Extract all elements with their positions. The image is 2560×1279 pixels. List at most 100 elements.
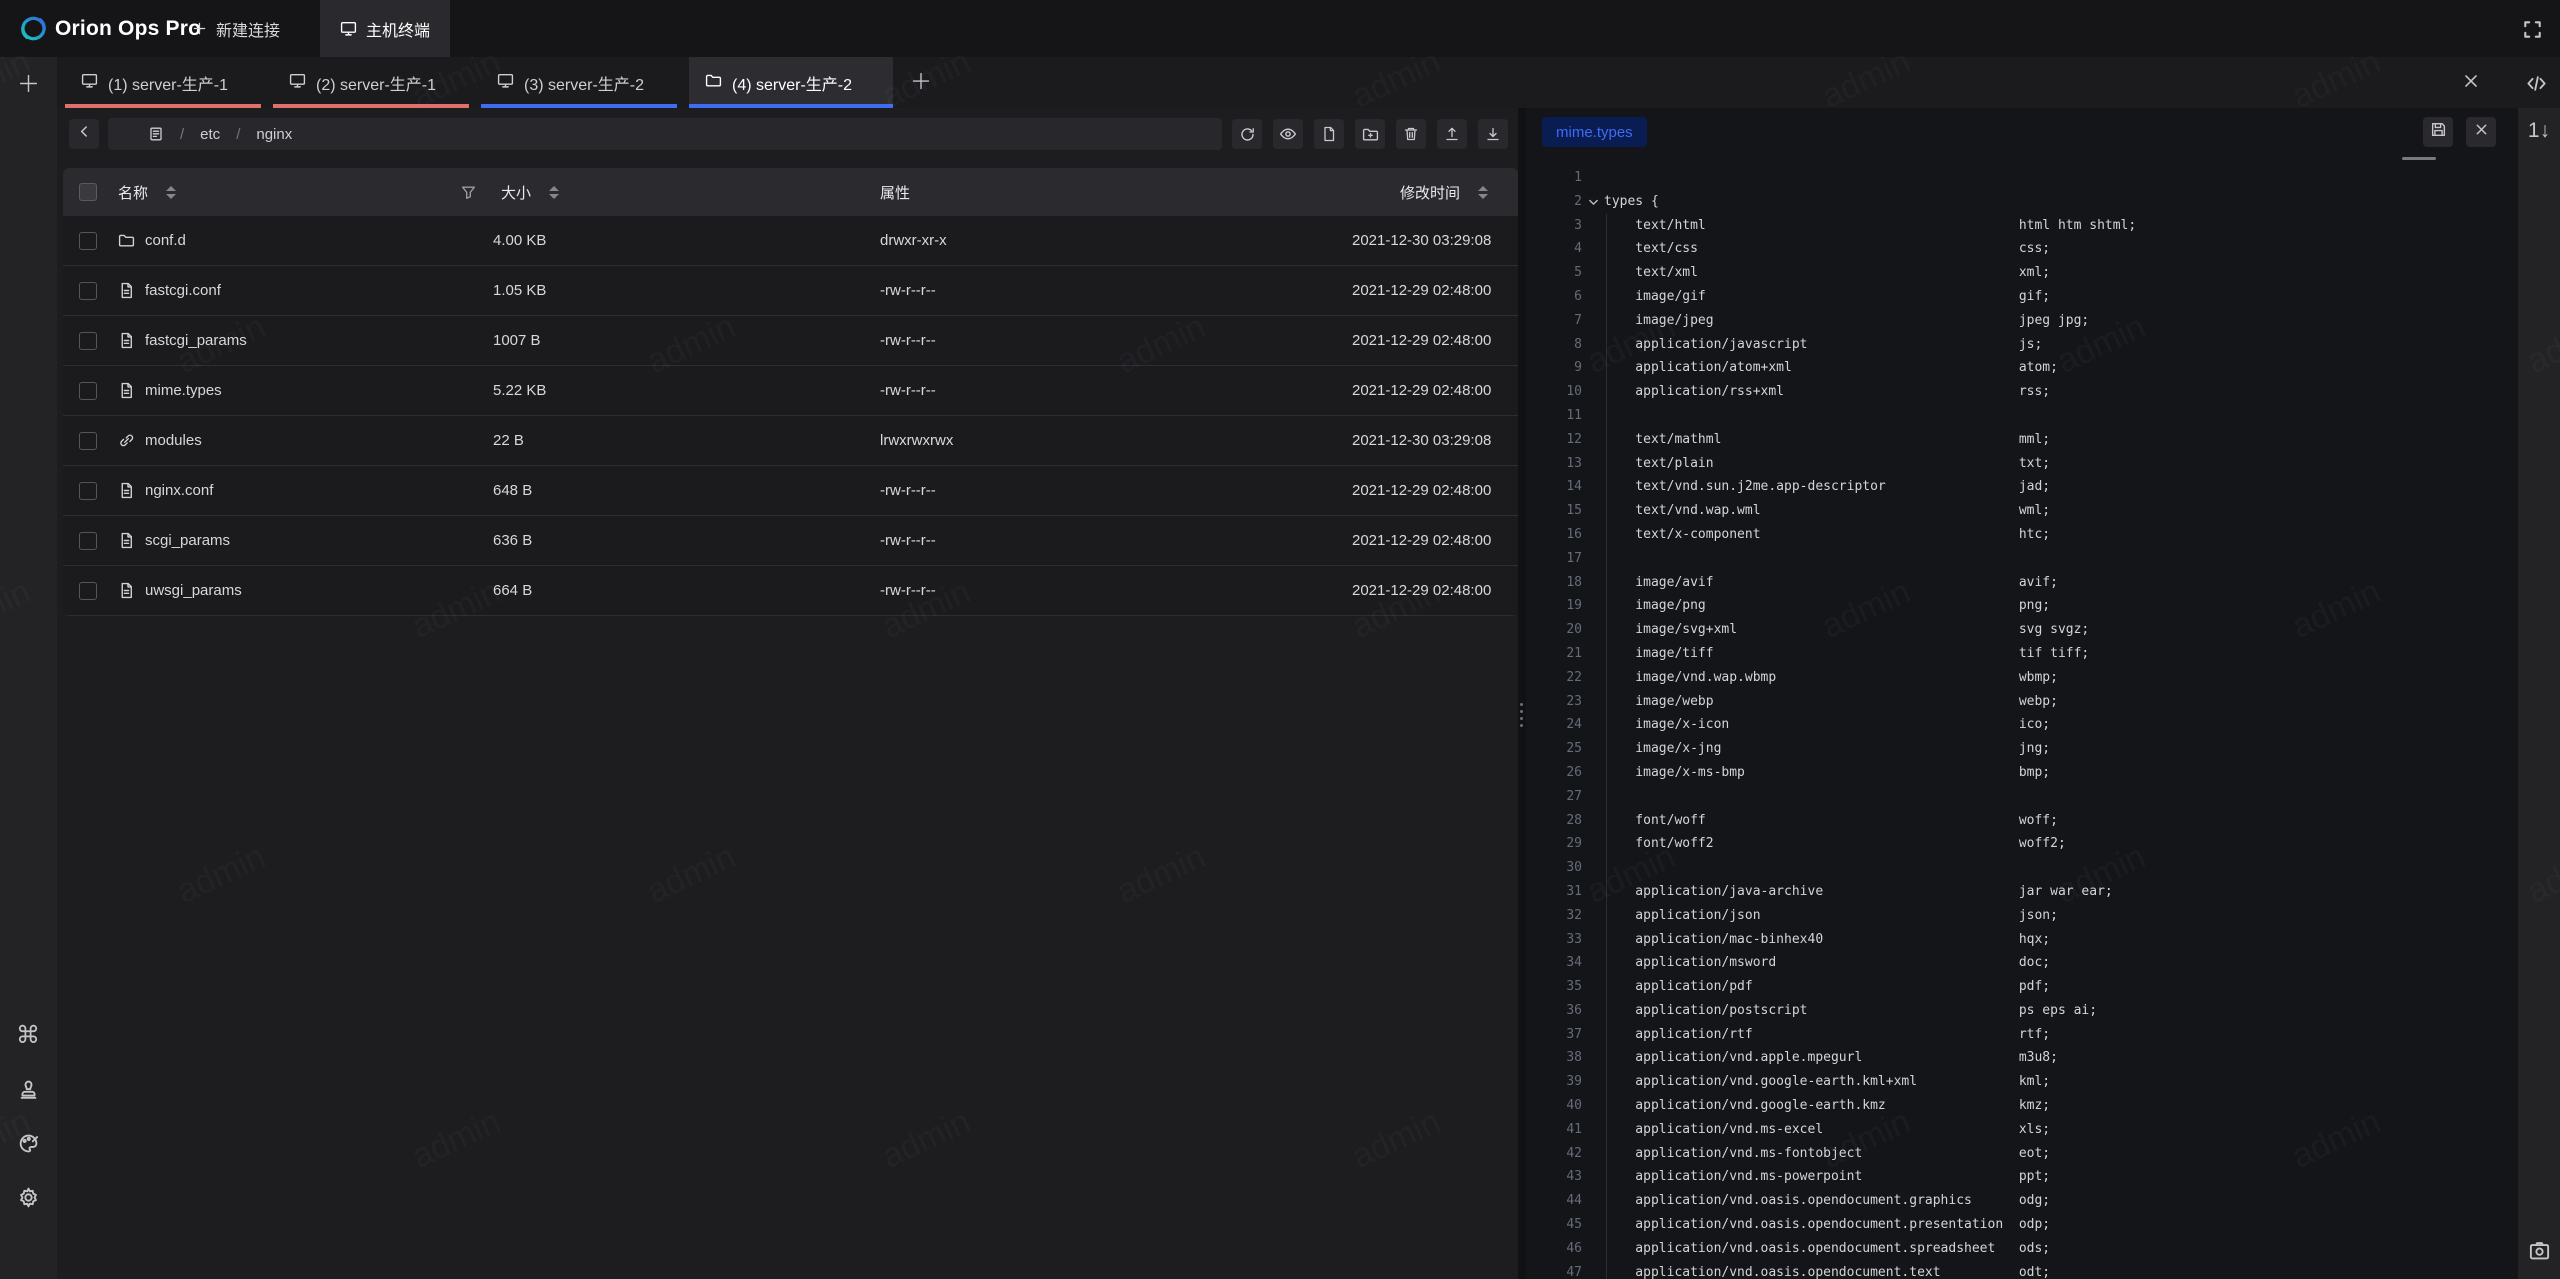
refresh-icon [1239, 126, 1256, 143]
file-name[interactable]: scgi_params [145, 532, 230, 549]
file-attrs: -rw-r--r-- [880, 532, 936, 549]
file-name[interactable]: fastcgi.conf [145, 282, 221, 299]
row-checkbox[interactable] [79, 432, 97, 450]
code-icon[interactable] [2520, 67, 2552, 99]
editor-file-tab[interactable]: mime.types [1542, 117, 1647, 147]
palette-icon[interactable] [12, 1127, 44, 1159]
row-checkbox[interactable] [79, 582, 97, 600]
file-mtime: 2021-12-29 02:48:00 [1352, 282, 1491, 299]
file-icon [118, 332, 135, 349]
menu-host-terminal[interactable]: 主机终端 [320, 0, 450, 57]
sort-name-control[interactable] [166, 186, 176, 199]
new-folder-button[interactable] [1355, 119, 1385, 149]
table-row[interactable]: mime.types5.22 KB-rw-r--r--2021-12-29 02… [63, 366, 1518, 416]
file-icon [118, 282, 135, 299]
row-checkbox[interactable] [79, 532, 97, 550]
code-content[interactable]: types { text/html html htm shtml; text/c… [1604, 166, 2136, 1279]
chevron-left-icon [77, 124, 92, 144]
file-mtime: 2021-12-29 02:48:00 [1352, 532, 1491, 549]
right-rail: 1↓ [2518, 108, 2560, 1279]
download-button[interactable] [1478, 119, 1508, 149]
gear-icon[interactable] [12, 1181, 44, 1213]
new-folder-icon [1362, 126, 1379, 143]
file-attrs: -rw-r--r-- [880, 282, 936, 299]
command-icon[interactable]: ⌘ [12, 1020, 44, 1052]
monitor-icon [289, 72, 306, 94]
table-row[interactable]: fastcgi.conf1.05 KB-rw-r--r--2021-12-29 … [63, 266, 1518, 316]
delete-button[interactable] [1396, 119, 1426, 149]
row-checkbox[interactable] [79, 482, 97, 500]
column-header-mtime: 修改时间 [1400, 182, 1460, 203]
sort-mtime-control[interactable] [1478, 186, 1488, 199]
upload-button[interactable] [1437, 119, 1467, 149]
monitor-icon [81, 72, 98, 94]
terminal-tab-4[interactable]: (4) server-生产-2 [689, 57, 893, 108]
new-file-icon [1321, 126, 1337, 142]
table-row[interactable]: scgi_params636 B-rw-r--r--2021-12-29 02:… [63, 516, 1518, 566]
save-button[interactable] [2423, 117, 2453, 147]
scrollbar-indicator[interactable] [2402, 157, 2436, 160]
file-name[interactable]: fastcgi_params [145, 332, 247, 349]
stamp-icon[interactable] [12, 1073, 44, 1105]
file-attrs: -rw-r--r-- [880, 382, 936, 399]
terminal-tab-2[interactable]: (2) server-生产-1 [273, 57, 469, 108]
filter-icon[interactable] [460, 184, 477, 201]
file-icon [118, 582, 135, 599]
preview-button[interactable] [1273, 119, 1303, 149]
fold-chevron-icon[interactable] [1587, 196, 1600, 209]
close-icon [2474, 122, 2489, 142]
terminal-tab-label: (2) server-生产-1 [316, 71, 436, 95]
sort-lines-icon[interactable]: 1↓ [2523, 114, 2555, 146]
file-size: 648 B [493, 482, 532, 499]
file-name[interactable]: modules [145, 432, 202, 449]
file-name[interactable]: conf.d [145, 232, 186, 249]
menu-new-connection[interactable]: 新建连接 [172, 0, 300, 57]
terminal-tab-3[interactable]: (3) server-生产-2 [481, 57, 677, 108]
table-row[interactable]: modules22 Blrwxrwxrwx2021-12-30 03:29:08 [63, 416, 1518, 466]
panel-splitter[interactable] [1518, 108, 1526, 1279]
file-name[interactable]: nginx.conf [145, 482, 213, 499]
row-checkbox[interactable] [79, 332, 97, 350]
row-checkbox[interactable] [79, 232, 97, 250]
new-terminal-button[interactable] [12, 70, 44, 102]
new-file-button[interactable] [1314, 119, 1344, 149]
download-icon [1485, 126, 1501, 142]
column-header-attrs: 属性 [880, 182, 910, 203]
eye-icon [1279, 125, 1297, 143]
editor-close-button[interactable] [2466, 117, 2496, 147]
monitor-icon [497, 72, 514, 94]
table-row[interactable]: nginx.conf648 B-rw-r--r--2021-12-29 02:4… [63, 466, 1518, 516]
file-size: 1007 B [493, 332, 541, 349]
code-editor-panel: mime.types 1 2 3 4 5 6 7 8 9 10 11 12 13… [1526, 108, 2518, 1279]
file-mtime: 2021-12-30 03:29:08 [1352, 232, 1491, 249]
splitter-handle[interactable] [1520, 703, 1523, 727]
select-all-checkbox[interactable] [79, 183, 97, 201]
table-row[interactable]: uwsgi_params664 B-rw-r--r--2021-12-29 02… [63, 566, 1518, 616]
terminal-tab-label: (3) server-生产-2 [524, 71, 644, 95]
row-checkbox[interactable] [79, 282, 97, 300]
fullscreen-icon[interactable] [2516, 13, 2548, 45]
orion-logo-icon [18, 13, 49, 44]
column-header-size: 大小 [501, 182, 531, 203]
file-name[interactable]: uwsgi_params [145, 582, 242, 599]
close-panel-button[interactable] [2455, 67, 2487, 99]
terminal-tab-1[interactable]: (1) server-生产-1 [65, 57, 261, 108]
breadcrumb-segment-nginx[interactable]: nginx [256, 126, 292, 143]
top-bar: Orion Ops Pro 新建连接 主机终端 [0, 0, 2560, 57]
sort-size-control[interactable] [549, 186, 559, 199]
file-table: 名称 大小 属性 修改时间 conf.d4.00 KBdrwxr-xr-x202… [63, 168, 1518, 616]
add-tab-button[interactable] [905, 67, 937, 99]
list-icon[interactable] [148, 126, 164, 142]
file-name[interactable]: mime.types [145, 382, 222, 399]
back-button[interactable] [69, 119, 99, 149]
breadcrumb-segment-etc[interactable]: etc [200, 126, 220, 143]
table-row[interactable]: conf.d4.00 KBdrwxr-xr-x2021-12-30 03:29:… [63, 216, 1518, 266]
trash-icon [1403, 126, 1419, 142]
refresh-button[interactable] [1232, 119, 1262, 149]
upload-icon [1444, 126, 1460, 142]
row-checkbox[interactable] [79, 382, 97, 400]
file-mtime: 2021-12-29 02:48:00 [1352, 332, 1491, 349]
camera-icon[interactable] [2523, 1234, 2555, 1266]
table-row[interactable]: fastcgi_params1007 B-rw-r--r--2021-12-29… [63, 316, 1518, 366]
line-numbers[interactable]: 1 2 3 4 5 6 7 8 9 10 11 12 13 14 15 16 1… [1540, 166, 1582, 1279]
